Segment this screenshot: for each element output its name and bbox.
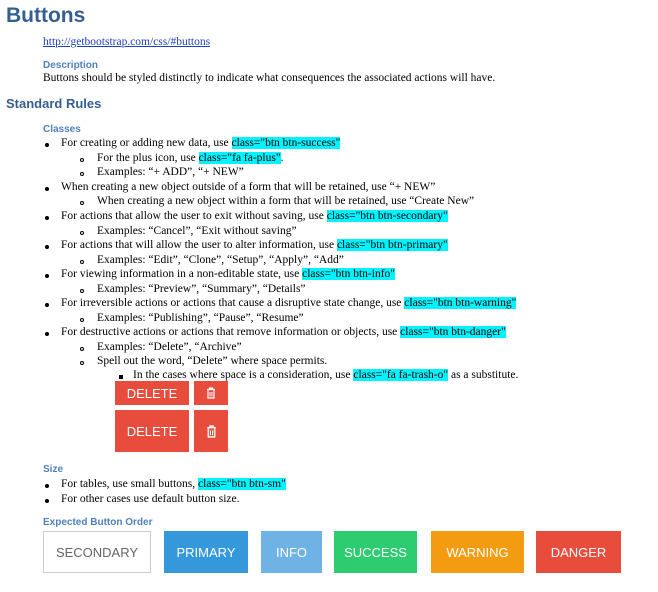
bullet-dot xyxy=(45,245,49,249)
secondary-button[interactable]: SECONDARY xyxy=(43,531,151,573)
page-title: Buttons xyxy=(6,4,86,27)
bullet-dot xyxy=(45,484,49,488)
rule-warning: For irreversible actions or actions that… xyxy=(61,297,517,309)
bullet-ring xyxy=(80,318,84,322)
rule-delete-spelled: Spell out the word, “Delete” where space… xyxy=(97,355,328,367)
description-label: Description xyxy=(43,60,99,71)
bullet-ring xyxy=(80,260,84,264)
bullet-dot xyxy=(45,274,49,278)
rule-primary-examples: Examples: “Edit”, “Clone”, “Setup”, “App… xyxy=(97,254,344,266)
bullet-ring xyxy=(80,347,84,351)
bullet-ring xyxy=(80,231,84,235)
success-button[interactable]: SUCCESS xyxy=(334,531,417,573)
primary-button[interactable]: PRIMARY xyxy=(164,531,248,573)
bullet-ring xyxy=(80,361,84,365)
rule-info-examples: Examples: “Preview”, “Summary”, “Details… xyxy=(97,283,306,295)
trash-icon xyxy=(206,424,216,438)
rule-secondary: For actions that allow the user to exit … xyxy=(61,210,448,222)
rule-secondary-examples: Examples: “Cancel”, “Exit without saving… xyxy=(97,225,297,237)
code-btn-secondary: class="btn btn-secondary" xyxy=(326,210,448,222)
bootstrap-link[interactable]: http://getbootstrap.com/css/#buttons xyxy=(43,36,210,48)
rule-new-within-form: When creating a new object within a form… xyxy=(97,195,475,207)
rule-plus-icon: For the plus icon, use class="fa fa-plus… xyxy=(97,152,284,164)
delete-button-default[interactable]: DELETE xyxy=(115,410,189,452)
rule-trash-substitute: In the cases where space is a considerat… xyxy=(133,369,519,381)
bullet-dot xyxy=(45,187,49,191)
bullet-ring xyxy=(80,172,84,176)
code-btn-danger: class="btn btn-danger" xyxy=(400,326,506,338)
bullet-ring xyxy=(80,289,84,293)
code-btn-info: class="btn btn-info" xyxy=(302,268,395,280)
code-btn-primary: class="btn btn-primary" xyxy=(336,239,448,251)
delete-button-small[interactable]: DELETE xyxy=(115,381,189,405)
bullet-dot xyxy=(45,332,49,336)
bullet-dot xyxy=(45,499,49,503)
rule-warning-examples: Examples: “Publishing”, “Pause”, “Resume… xyxy=(97,312,304,324)
danger-button[interactable]: DANGER xyxy=(536,531,621,573)
trash-button-default[interactable] xyxy=(194,410,228,452)
bullet-ring xyxy=(80,201,84,205)
code-fa-trash: class="fa fa-trash-o" xyxy=(353,369,449,381)
rule-primary: For actions that will allow the user to … xyxy=(61,239,448,251)
description-text: Buttons should be styled distinctly to i… xyxy=(43,72,496,84)
bullet-dot xyxy=(45,143,49,147)
code-btn-sm: class="btn btn-sm" xyxy=(198,478,286,490)
rule-danger-examples: Examples: “Delete”, “Archive” xyxy=(97,341,242,353)
bullet-square xyxy=(119,375,123,379)
warning-button[interactable]: WARNING xyxy=(431,531,524,573)
size-label: Size xyxy=(43,464,64,475)
classes-label: Classes xyxy=(43,124,81,135)
rule-info: For viewing information in a non-editabl… xyxy=(61,268,395,280)
rule-danger: For destructive actions or actions that … xyxy=(61,326,506,338)
bullet-dot xyxy=(45,303,49,307)
code-fa-plus: class="fa fa-plus" xyxy=(198,152,281,164)
code-btn-success: class="btn btn-success" xyxy=(231,137,341,149)
trash-icon xyxy=(207,387,215,399)
rule-new-outside-form: When creating a new object outside of a … xyxy=(61,181,436,193)
order-label: Expected Button Order xyxy=(43,517,153,528)
rule-success: For creating or adding new data, use cla… xyxy=(61,137,341,149)
standard-rules-heading: Standard Rules xyxy=(6,96,102,111)
bullet-ring xyxy=(80,158,84,162)
code-btn-warning: class="btn btn-warning" xyxy=(404,297,517,309)
bullet-dot xyxy=(45,216,49,220)
rule-success-examples: Examples: “+ ADD”, “+ NEW” xyxy=(97,166,244,178)
size-rule-default: For other cases use default button size. xyxy=(61,493,240,505)
size-rule-small: For tables, use small buttons, class="bt… xyxy=(61,478,286,490)
info-button[interactable]: INFO xyxy=(261,531,322,573)
trash-button-small[interactable] xyxy=(194,381,228,405)
